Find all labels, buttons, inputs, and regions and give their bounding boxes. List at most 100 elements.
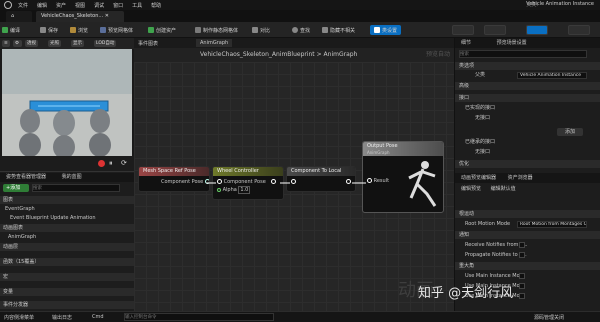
tab-home[interactable]: ⌂	[6, 11, 32, 22]
content-drawer-button[interactable]: 内容侧滑菜单	[4, 314, 34, 321]
menu-edit[interactable]: 编辑	[37, 2, 47, 9]
lighting-chip[interactable]: 光照	[48, 40, 61, 47]
tab-anim-graph[interactable]: AnimGraph	[196, 39, 233, 47]
tab-pose-watch-manager[interactable]: 姿势查看器管理器	[6, 174, 46, 180]
find-button[interactable]: 查找	[292, 25, 310, 35]
viewport-settings-icon[interactable]: ⚙	[13, 40, 22, 47]
preview-viewport[interactable]	[2, 49, 132, 170]
section-event-dispatchers[interactable]: 事件分发器	[0, 301, 134, 309]
propagate-notifies-checkbox[interactable]	[519, 252, 525, 258]
create-asset-button[interactable]: 创建资产	[148, 25, 176, 35]
output-pin[interactable]	[204, 179, 209, 184]
menu-debug[interactable]: 调试	[94, 2, 104, 9]
parent-class-value[interactable]: Vehicle Animation Instance	[526, 1, 594, 7]
viewport-menu-icon[interactable]: ≡	[2, 40, 10, 47]
input-pin[interactable]	[217, 179, 222, 184]
parent-class-field[interactable]: Vehicle Animation Instance	[517, 72, 587, 79]
edit-preview-radio[interactable]: 编辑预览	[461, 186, 481, 192]
section-advanced[interactable]: 高级	[455, 82, 600, 90]
tab-asset-browser[interactable]: 资产浏览器	[508, 175, 533, 181]
perspective-chip[interactable]: 透视	[25, 40, 38, 47]
section-override[interactable]: 重大角	[455, 262, 600, 270]
tab-anim-preview-editor[interactable]: 动画预览编辑器	[461, 175, 496, 181]
add-button[interactable]: +添加	[3, 184, 29, 192]
details-search-input[interactable]	[459, 50, 587, 58]
mesh-mode-button[interactable]	[484, 25, 506, 35]
console-command-input[interactable]	[124, 313, 274, 321]
result-pin[interactable]	[367, 178, 372, 183]
node-mesh-space-ref-pose[interactable]: Mesh Space Ref Pose Component Pose	[138, 166, 210, 192]
browse-button[interactable]: 浏览	[70, 25, 88, 35]
loop-button[interactable]: ⟳	[121, 159, 127, 167]
left-search-input[interactable]	[32, 184, 120, 192]
diff-button[interactable]: 对比	[252, 25, 270, 35]
editor-tabs: 动画预览编辑器 资产浏览器	[455, 173, 600, 183]
use-main-instance-1-checkbox[interactable]	[519, 273, 525, 279]
node-output-pose[interactable]: Output Pose AnimGraph Result	[362, 141, 444, 213]
show-chip[interactable]: 显示	[71, 40, 84, 47]
list-item-anim-graph[interactable]: AnimGraph	[0, 233, 134, 241]
menu-window[interactable]: 窗口	[113, 2, 123, 9]
receive-notifies-checkbox[interactable]	[519, 242, 525, 248]
tab-details[interactable]: 细节	[461, 40, 471, 46]
breadcrumb-blueprint[interactable]: VehicleChaos_Skeleton_AnimBlueprint	[200, 51, 315, 58]
menu-view[interactable]: 视图	[75, 2, 85, 9]
animation-mode-button[interactable]	[526, 25, 548, 35]
hide-unrelated-button[interactable]: 隐藏不相关	[322, 25, 355, 35]
tab-preview-scene-settings[interactable]: 预览场景设置	[497, 40, 527, 46]
node-component-to-local[interactable]: Component To Local	[286, 166, 356, 192]
list-item-event-graph[interactable]: EventGraph	[0, 205, 134, 213]
section-functions[interactable]: 函数（15覆盖）	[0, 258, 134, 266]
physics-mode-button[interactable]	[568, 25, 590, 35]
section-anim-layers[interactable]: 动画层	[0, 243, 134, 251]
root-motion-mode-select[interactable]: Root Motion from Montages Only	[517, 221, 587, 228]
node-title: Output Pose AnimGraph	[363, 142, 443, 156]
node-wheel-controller[interactable]: Wheel Controller Component Pose Alpha 1.…	[212, 166, 284, 200]
lod-chip[interactable]: LOD自动	[94, 40, 117, 47]
menu-tools[interactable]: 工具	[132, 2, 142, 9]
breadcrumb: VehicleChaos_Skeleton_AnimBlueprint > An…	[134, 48, 454, 62]
section-notifies[interactable]: 通知	[455, 231, 600, 239]
output-subtitle: AnimGraph	[367, 150, 390, 155]
output-pin[interactable]	[346, 179, 351, 184]
section-graphs[interactable]: 图表	[0, 196, 134, 204]
input-pin[interactable]	[291, 179, 296, 184]
source-control-status[interactable]: 源码管理关闭	[534, 314, 564, 321]
section-anim-graphs[interactable]: 动画图表	[0, 224, 134, 232]
menu-asset[interactable]: 资产	[56, 2, 66, 9]
section-interfaces[interactable]: 接口	[455, 94, 600, 102]
section-variables[interactable]: 变量	[0, 288, 134, 296]
tab-event-graph[interactable]: 事件图表	[138, 40, 158, 47]
skeleton-mode-button[interactable]	[452, 25, 474, 35]
cmd-dropdown[interactable]: Cmd	[92, 314, 104, 320]
menu-file[interactable]: 文件	[18, 2, 28, 9]
record-button[interactable]	[98, 160, 105, 167]
section-macros[interactable]: 宏	[0, 273, 134, 281]
save-button[interactable]: 保存	[40, 25, 58, 35]
tab-anim-blueprint[interactable]: VehicleChaos_Skeleton... ✕	[36, 11, 124, 22]
use-main-instance-2-checkbox[interactable]	[519, 283, 525, 289]
edit-defaults-radio[interactable]: 编辑默认值	[491, 186, 516, 192]
class-settings-button[interactable]: 类设置	[370, 25, 402, 35]
compile-button[interactable]: 编译	[2, 25, 20, 35]
add-interface-button[interactable]: 添加	[557, 128, 583, 136]
section-optimization[interactable]: 优化	[455, 160, 600, 168]
tab-my-blueprint[interactable]: 我的蓝图	[62, 174, 82, 180]
anim-graph-editor[interactable]: 事件图表 AnimGraph VehicleChaos_Skeleton_Ani…	[134, 38, 454, 311]
make-static-mesh-button[interactable]: 制作静态网格体	[195, 25, 238, 35]
preview-mesh-button[interactable]: 预览网格体	[100, 25, 133, 35]
output-title: Output Pose	[367, 143, 398, 149]
alpha-pin[interactable]	[217, 187, 221, 192]
pause-button[interactable]: ⏸	[109, 159, 113, 168]
output-pin[interactable]	[271, 179, 277, 184]
list-item-event-update[interactable]: Event Blueprint Update Animation	[0, 214, 134, 222]
output-log-button[interactable]: 输出日志	[52, 314, 72, 321]
use-main-instance-3-checkbox[interactable]	[519, 293, 525, 299]
breadcrumb-anim-graph[interactable]: AnimGraph	[324, 51, 358, 58]
alpha-value-field[interactable]: 1.0	[238, 186, 251, 194]
close-icon[interactable]: ✕	[105, 13, 109, 19]
section-root-motion[interactable]: 根运动	[455, 210, 600, 218]
menu-help[interactable]: 帮助	[151, 2, 161, 9]
graph-tab-bar: 事件图表 AnimGraph	[134, 38, 454, 48]
section-class-options[interactable]: 类选项	[455, 62, 600, 70]
